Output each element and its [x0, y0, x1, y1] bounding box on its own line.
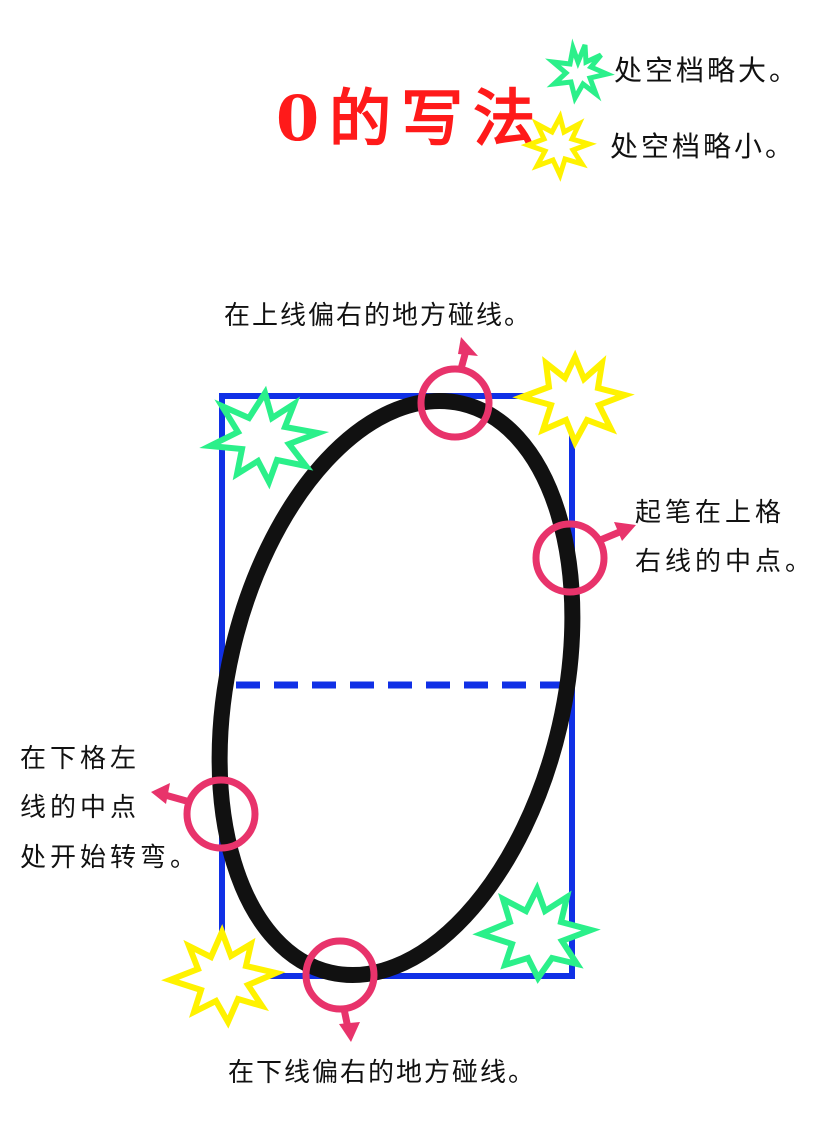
diagram-canvas: 0的写法 处空档略大。 处空档略小。 在上线偏右的地方碰线。 起笔在上格 右线的 — [20, 38, 815, 1088]
page-title: 0的写法 — [276, 82, 545, 155]
annotation-top: 在上线偏右的地方碰线。 — [224, 301, 532, 331]
green-star-icon — [545, 38, 615, 105]
legend-text-large-gap: 处空档略大。 — [614, 54, 800, 87]
annotation-right-line2: 右线的中点。 — [635, 547, 815, 577]
annotation-bottom: 在下线偏右的地方碰线。 — [228, 1058, 536, 1088]
marker-top — [417, 337, 493, 441]
marker-right — [532, 520, 636, 596]
annotation-right-line1: 起笔在上格 — [635, 498, 785, 528]
marker-left — [151, 776, 259, 852]
annotation-left-line2: 线的中点 — [20, 793, 140, 823]
green-star-icon — [199, 385, 330, 490]
yellow-star-icon — [161, 924, 286, 1029]
yellow-star-icon — [512, 349, 635, 449]
annotation-left-line1: 在下格左 — [20, 744, 140, 774]
marker-bottom — [302, 937, 378, 1042]
annotation-left-line3: 处开始转弯。 — [20, 843, 200, 873]
yellow-star-icon — [520, 110, 597, 182]
legend: 处空档略大。 处空档略小。 — [520, 38, 800, 182]
legend-text-small-gap: 处空档略小。 — [610, 130, 796, 163]
